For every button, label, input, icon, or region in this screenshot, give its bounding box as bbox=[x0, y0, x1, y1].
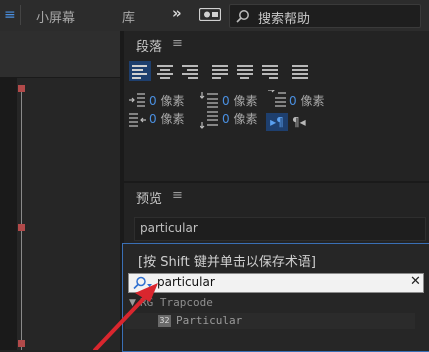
space-after-icon bbox=[200, 111, 218, 129]
indent-right-icon bbox=[129, 113, 146, 127]
unit-label: 像素 bbox=[233, 94, 258, 108]
clear-search-icon[interactable]: ✕ bbox=[410, 274, 421, 289]
more-workspaces-button[interactable]: » bbox=[172, 4, 182, 22]
effects-search-input[interactable]: particular ✕ bbox=[128, 273, 424, 293]
indent-left-field[interactable]: 0 像素 bbox=[149, 92, 184, 109]
effects-search-value: particular bbox=[157, 275, 215, 289]
space-before-value[interactable]: 0 bbox=[222, 94, 230, 108]
help-search-placeholder: 搜索帮助 bbox=[258, 12, 311, 27]
preview-search-value: particular bbox=[140, 221, 198, 235]
divider bbox=[20, 5, 21, 25]
align-right-button[interactable] bbox=[181, 63, 199, 79]
indent-right-value[interactable]: 0 bbox=[149, 112, 157, 126]
keyframe-marker[interactable] bbox=[18, 224, 25, 231]
indent-first-line-icon bbox=[268, 90, 286, 107]
effect-bitdepth-icon: 32 bbox=[158, 315, 171, 327]
timeline-gutter bbox=[0, 78, 17, 350]
hamburger-icon[interactable]: ≡ bbox=[4, 7, 16, 23]
save-term-hint: [按 Shift 键并单击以保存术语] bbox=[138, 255, 316, 270]
right-to-left-text-button[interactable]: ¶◂ bbox=[292, 113, 306, 131]
indent-left-value[interactable]: 0 bbox=[149, 94, 157, 108]
timeline-header bbox=[0, 31, 120, 78]
unit-label: 像素 bbox=[233, 112, 258, 126]
align-center-button[interactable] bbox=[156, 63, 174, 79]
space-before-icon bbox=[200, 92, 218, 108]
search-icon[interactable] bbox=[132, 276, 154, 290]
space-after-value[interactable]: 0 bbox=[222, 112, 230, 126]
justify-last-right-button[interactable] bbox=[261, 63, 279, 79]
workspace-library[interactable]: 库 bbox=[122, 7, 135, 26]
panel-menu-icon[interactable]: ≡ bbox=[172, 188, 183, 203]
effect-category[interactable]: RG Trapcode bbox=[140, 296, 213, 309]
timeline-track-line bbox=[21, 90, 22, 350]
workspace-small-screen[interactable]: 小屏幕 bbox=[36, 7, 75, 26]
unit-label: 像素 bbox=[300, 94, 325, 108]
paragraph-panel-title: 段落 bbox=[136, 40, 163, 55]
search-icon bbox=[236, 10, 249, 23]
effect-item-particular[interactable]: Particular bbox=[176, 314, 242, 327]
justify-last-center-button[interactable] bbox=[236, 63, 254, 79]
panel-menu-icon[interactable]: ≡ bbox=[172, 36, 183, 51]
align-left-button[interactable] bbox=[129, 61, 151, 81]
help-search-input[interactable]: 搜索帮助 bbox=[229, 4, 421, 28]
indent-first-line-value[interactable]: 0 bbox=[289, 94, 297, 108]
left-to-right-text-button[interactable]: ▸¶ bbox=[266, 113, 288, 131]
indent-first-line-field[interactable]: 0 像素 bbox=[289, 92, 324, 109]
indent-left-icon bbox=[129, 93, 145, 107]
preview-panel-title: 预览 bbox=[136, 192, 163, 207]
keyframe-marker[interactable] bbox=[18, 340, 25, 347]
justify-all-button[interactable] bbox=[291, 63, 309, 79]
indent-right-field[interactable]: 0 像素 bbox=[149, 110, 184, 127]
unit-label: 像素 bbox=[160, 112, 185, 126]
space-before-field[interactable]: 0 像素 bbox=[222, 92, 257, 109]
space-after-field[interactable]: 0 像素 bbox=[222, 110, 257, 127]
expand-arrow-icon[interactable]: ▼ bbox=[129, 298, 136, 308]
unit-label: 像素 bbox=[160, 94, 185, 108]
justify-last-left-button[interactable] bbox=[211, 63, 229, 79]
timeline-panel bbox=[0, 31, 120, 350]
camera-icon[interactable] bbox=[199, 8, 221, 21]
keyframe-marker[interactable] bbox=[18, 85, 25, 92]
